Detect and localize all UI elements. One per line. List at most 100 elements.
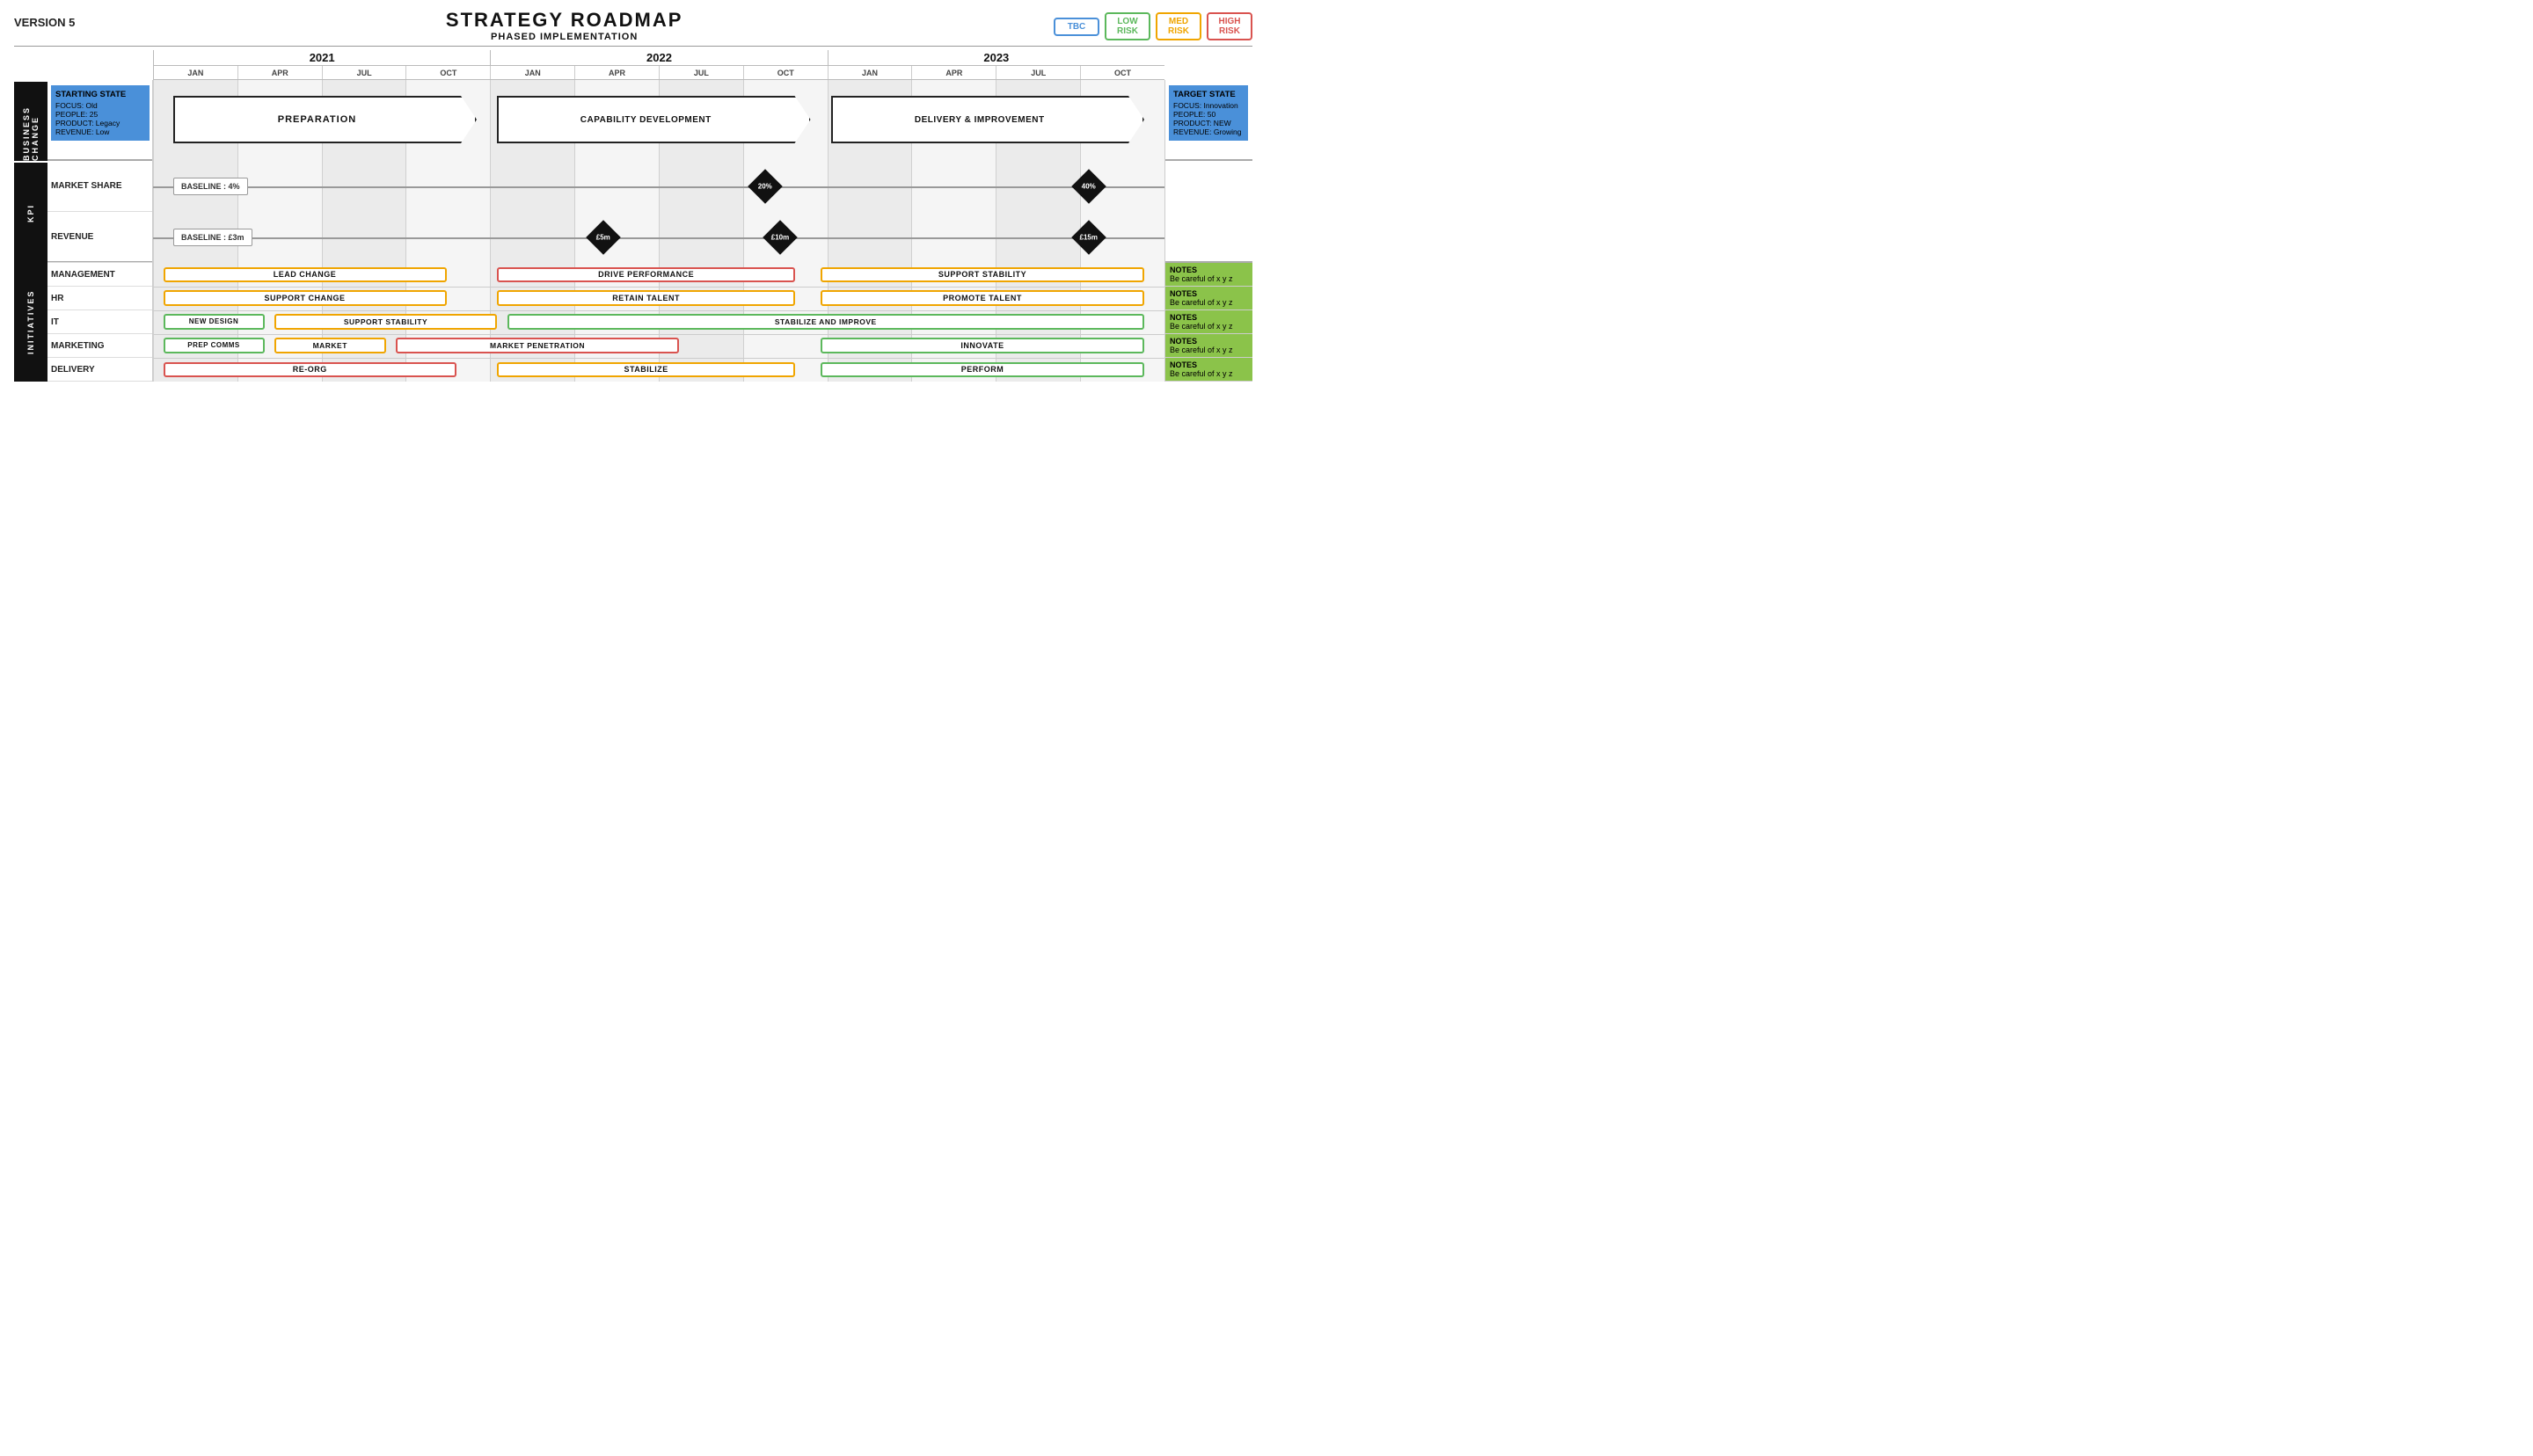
notes-hr-title: NOTES xyxy=(1170,289,1248,298)
legend-med: MEDRISK xyxy=(1156,12,1201,40)
biz-grid: PREPARATION CAPABILITY DEVELOPMENT DELIV… xyxy=(153,80,1164,161)
bar-reorg: RE-ORG xyxy=(164,362,457,378)
diamond-5m-label: £5m xyxy=(596,234,610,242)
init-divider-1 xyxy=(153,287,1164,288)
sub-title: PHASED IMPLEMENTATION xyxy=(75,32,1054,42)
page: VERSION 5 STRATEGY ROADMAP PHASED IMPLEM… xyxy=(0,0,1266,728)
notes-mkt-title: NOTES xyxy=(1170,337,1248,346)
legend-tbc: TBC xyxy=(1054,18,1099,36)
market-share-baseline: BASELINE : 4% xyxy=(173,178,248,195)
notes-hr-text: Be careful of x y z xyxy=(1170,298,1248,307)
target-state-col: TARGET STATE FOCUS: Innovation PEOPLE: 5… xyxy=(1164,80,1252,161)
notes-mgmt-text: Be careful of x y z xyxy=(1170,274,1248,283)
bar-retain-talent: RETAIN TALENT xyxy=(497,290,795,306)
biz-change-section: STARTING STATE FOCUS: Old PEOPLE: 25 PRO… xyxy=(47,80,1252,161)
initiatives-section: MANAGEMENT HR IT MARKETING DELIVERY xyxy=(47,263,1252,382)
month-jul21: JUL xyxy=(322,66,406,79)
capability-label: CAPABILITY DEVELOPMENT xyxy=(497,96,811,143)
starting-focus: FOCUS: Old xyxy=(55,101,145,110)
month-jan22: JAN xyxy=(490,66,574,79)
diamond-40pct: 40% xyxy=(1077,174,1101,199)
notes-it-content: NOTES Be careful of x y z xyxy=(1165,310,1252,333)
notes-hr-content: NOTES Be careful of x y z xyxy=(1165,287,1252,309)
bar-promote-talent: PROMOTE TALENT xyxy=(821,290,1144,306)
target-state-box: TARGET STATE FOCUS: Innovation PEOPLE: 5… xyxy=(1169,85,1248,141)
month-oct21: OCT xyxy=(405,66,490,79)
notes-del-text: Be careful of x y z xyxy=(1170,369,1248,378)
month-apr21: APR xyxy=(237,66,322,79)
revenue-baseline: BASELINE : £3m xyxy=(173,229,252,246)
bar-support-stability-mgmt: SUPPORT STABILITY xyxy=(821,267,1144,283)
notes-it-title: NOTES xyxy=(1170,313,1248,322)
capability-arrow: CAPABILITY DEVELOPMENT xyxy=(497,96,811,143)
notes-del-title: NOTES xyxy=(1170,360,1248,369)
bar-drive-performance: DRIVE PERFORMANCE xyxy=(497,267,795,283)
kpi-section: MARKET SHARE REVENUE xyxy=(47,161,1252,263)
title-block: STRATEGY ROADMAP PHASED IMPLEMENTATION xyxy=(75,9,1054,42)
month-jan23: JAN xyxy=(828,66,912,79)
label-initiatives: INITIATIVES xyxy=(14,263,47,382)
market-share-line xyxy=(153,186,1164,188)
label-kpi: KPI xyxy=(14,161,47,263)
diamond-20pct-label: 20% xyxy=(758,183,772,191)
init-hr-label: HR xyxy=(47,287,152,310)
notes-del-content: NOTES Be careful of x y z xyxy=(1165,358,1252,381)
bar-lead-change: LEAD CHANGE xyxy=(164,267,447,283)
timeline-header: 2021 2022 2023 JAN APR JUL OCT JAN APR J… xyxy=(153,50,1164,80)
init-divider-2 xyxy=(153,310,1164,311)
bar-market-penetration: MARKET PENETRATION xyxy=(396,338,679,353)
bar-prep-comms: PREP COMMS xyxy=(164,338,265,353)
years-row: 2021 2022 2023 xyxy=(154,50,1164,65)
init-grid: LEAD CHANGE DRIVE PERFORMANCE SUPPORT ST… xyxy=(153,263,1164,382)
kpi-grid-bg xyxy=(153,161,1164,263)
month-jan21: JAN xyxy=(154,66,237,79)
preparation-arrow: PREPARATION xyxy=(173,96,477,143)
target-people: PEOPLE: 50 xyxy=(1173,110,1244,119)
notes-mkt-content: NOTES Be careful of x y z xyxy=(1165,334,1252,357)
delivery-arrow: DELIVERY & IMPROVEMENT xyxy=(831,96,1145,143)
year-2021: 2021 xyxy=(154,50,490,65)
init-divider-4 xyxy=(153,358,1164,359)
header: VERSION 5 STRATEGY ROADMAP PHASED IMPLEM… xyxy=(14,9,1252,42)
preparation-label: PREPARATION xyxy=(173,96,477,143)
notes-mgmt-title: NOTES xyxy=(1170,266,1248,274)
init-delivery-label: DELIVERY xyxy=(47,358,152,382)
timeline-header-row: 2021 2022 2023 JAN APR JUL OCT JAN APR J… xyxy=(47,50,1252,80)
target-product: PRODUCT: NEW xyxy=(1173,119,1244,127)
month-jul22: JUL xyxy=(659,66,743,79)
kpi-revenue-label: REVENUE xyxy=(47,212,152,263)
month-oct22: OCT xyxy=(743,66,828,79)
diamond-5m: £5m xyxy=(591,225,616,250)
kpi-grid: BASELINE : 4% 20% 40% BASELINE : £3m xyxy=(153,161,1164,263)
legend-low: LOWRISK xyxy=(1105,12,1150,40)
bar-new-design: NEW DESIGN xyxy=(164,314,265,330)
main-title: STRATEGY ROADMAP xyxy=(75,9,1054,32)
year-2023: 2023 xyxy=(828,50,1164,65)
biz-sublabels: STARTING STATE FOCUS: Old PEOPLE: 25 PRO… xyxy=(47,80,153,161)
kpi-market-share-label: MARKET SHARE xyxy=(47,161,152,212)
starting-people: PEOPLE: 25 xyxy=(55,110,145,119)
notes-mkt-text: Be careful of x y z xyxy=(1170,346,1248,354)
notes-management: NOTES Be careful of x y z xyxy=(1165,263,1252,287)
bar-support-stability-it: SUPPORT STABILITY xyxy=(274,314,497,330)
diamond-15m: £15m xyxy=(1077,225,1101,250)
target-focus: FOCUS: Innovation xyxy=(1173,101,1244,110)
kpi-notes-col xyxy=(1164,161,1252,263)
target-state-title: TARGET STATE xyxy=(1173,90,1244,99)
starting-revenue: REVENUE: Low xyxy=(55,127,145,136)
diamond-15m-label: £15m xyxy=(1080,234,1098,242)
notes-it-text: Be careful of x y z xyxy=(1170,322,1248,331)
label-column: BUSINESS CHANGE KPI INITIATIVES xyxy=(14,50,47,382)
init-sublabels: MANAGEMENT HR IT MARKETING DELIVERY xyxy=(47,263,153,382)
init-marketing-label: MARKETING xyxy=(47,334,152,358)
legend: TBC LOWRISK MEDRISK HIGHRISK xyxy=(1054,12,1252,40)
diamond-20pct: 20% xyxy=(753,174,777,199)
bar-perform: PERFORM xyxy=(821,362,1144,378)
starting-product: PRODUCT: Legacy xyxy=(55,119,145,127)
year-2022: 2022 xyxy=(490,50,827,65)
notes-delivery: NOTES Be careful of x y z xyxy=(1165,358,1252,382)
init-notes-col: NOTES Be careful of x y z NOTES Be caref… xyxy=(1164,263,1252,382)
init-divider-3 xyxy=(153,334,1164,335)
month-jul23: JUL xyxy=(996,66,1080,79)
legend-high: HIGHRISK xyxy=(1207,12,1252,40)
